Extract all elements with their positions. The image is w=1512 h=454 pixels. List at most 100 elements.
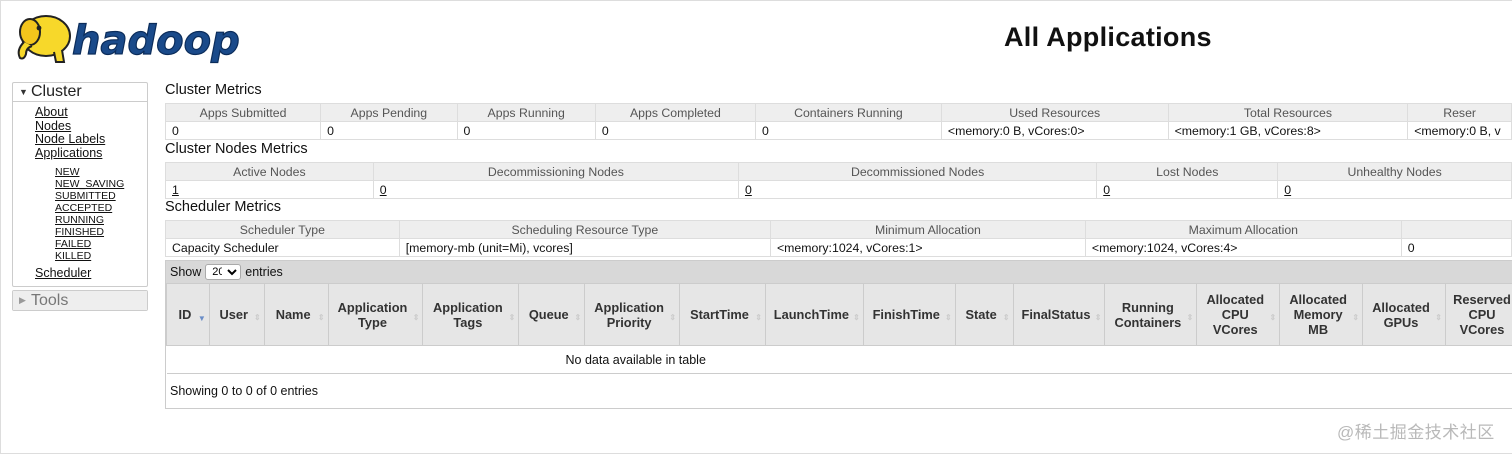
table-header-row: ID ▼ User ⇕ Name ⇕ Application Type ⇕ Applic… xyxy=(166,283,1512,346)
metric-value: <memory:1 GB, vCores:8> xyxy=(1167,121,1409,140)
metric-value: [memory-mb (unit=Mi), vcores] xyxy=(398,238,771,257)
decommissioning-nodes-link[interactable]: 0 xyxy=(380,183,387,197)
metric-header: Scheduling Resource Type xyxy=(398,220,771,239)
tools-nav-header[interactable]: ▶ Tools xyxy=(13,291,147,311)
metric-value: 0 xyxy=(737,180,1098,199)
metric-value: 0 xyxy=(456,121,596,140)
metric-header: Apps Submitted xyxy=(164,103,322,122)
metric-value: 0 xyxy=(754,121,942,140)
metric-header: Maximum Allocation xyxy=(1084,220,1402,239)
nav-link-node-labels[interactable]: Node Labels xyxy=(35,133,147,147)
metric-value: 0 xyxy=(1400,238,1512,257)
sort-icon: ⇕ xyxy=(508,313,516,322)
sort-icon: ⇕ xyxy=(669,313,677,322)
nav-link-nodes[interactable]: Nodes xyxy=(35,119,147,134)
metric-header: Used Resources xyxy=(940,103,1169,122)
nav-link-applications[interactable]: Applications xyxy=(35,146,147,161)
sort-icon: ⇕ xyxy=(1186,313,1194,322)
nav-link-state-new[interactable]: NEW xyxy=(55,166,147,178)
col-header-queue[interactable]: Queue ⇕ xyxy=(518,283,586,346)
col-header-state[interactable]: State ⇕ xyxy=(954,283,1014,346)
metric-header: Apps Running xyxy=(456,103,596,122)
metric-header: Containers Running xyxy=(754,103,942,122)
cluster-nav-body: About Nodes Node Labels Applications NEW… xyxy=(13,102,147,286)
sort-icon: ⇕ xyxy=(254,313,261,322)
empty-table-message: No data available in table xyxy=(166,345,1105,374)
metric-value: Capacity Scheduler xyxy=(165,238,400,257)
nav-link-state-accepted[interactable]: ACCEPTED xyxy=(55,202,147,214)
cluster-metrics-table: Apps Submitted Apps Pending Apps Running… xyxy=(164,103,1512,140)
sort-icon: ⇕ xyxy=(1094,313,1102,322)
unhealthy-nodes-link[interactable]: 0 xyxy=(1284,183,1291,197)
col-header-application-tags[interactable]: Application Tags ⇕ xyxy=(422,283,520,346)
cluster-nav-label: Cluster xyxy=(31,83,82,100)
metric-value: 0 xyxy=(1277,180,1512,199)
col-header-id[interactable]: ID ▼ xyxy=(166,283,210,346)
nodes-metrics-title: Cluster Nodes Metrics xyxy=(165,141,308,157)
nav-link-scheduler[interactable]: Scheduler xyxy=(35,266,147,281)
applications-table: ID ▼ User ⇕ Name ⇕ Application Type ⇕ Applic… xyxy=(166,283,1512,374)
col-header-allocated-memory-mb[interactable]: Allocated Memory MB ⇕ xyxy=(1279,283,1364,346)
col-header-starttime[interactable]: StartTime ⇕ xyxy=(679,283,766,346)
page-title: All Applications xyxy=(1004,22,1212,52)
elephant-icon xyxy=(17,15,71,63)
nav-link-state-failed[interactable]: FAILED xyxy=(55,238,147,250)
col-header-finishtime[interactable]: FinishTime ⇕ xyxy=(862,283,956,346)
metric-value: 0 xyxy=(164,121,322,140)
col-header-application-priority[interactable]: Application Priority ⇕ xyxy=(584,283,681,346)
cluster-nav-header[interactable]: ▼ Cluster xyxy=(13,83,147,102)
col-header-allocated-gpus[interactable]: Allocated GPUs ⇕ xyxy=(1362,283,1446,346)
table-info: Showing 0 to 0 of 0 entries xyxy=(170,384,319,398)
col-header-reserved-cpu-vcores[interactable]: Reserved CPU VCores⇕ xyxy=(1444,283,1512,346)
sort-icon: ⇕ xyxy=(1269,313,1277,322)
metric-header: Decommissioned Nodes xyxy=(737,162,1098,181)
sort-icon: ⇕ xyxy=(317,313,325,322)
sort-icon: ⇕ xyxy=(755,313,762,322)
nav-link-state-finished[interactable]: FINISHED xyxy=(55,226,147,238)
col-header-finalstatus[interactable]: FinalStatus ⇕ xyxy=(1012,283,1106,346)
show-label: Show xyxy=(170,265,202,279)
metric-header: Minimum Allocation xyxy=(769,220,1086,239)
app-state-links: NEW NEW_SAVING SUBMITTED ACCEPTED RUNNIN… xyxy=(35,166,147,263)
active-nodes-link[interactable]: 1 xyxy=(172,183,179,197)
table-length-control: Show 20 entries xyxy=(166,261,1512,283)
expand-triangle-icon: ▶ xyxy=(19,295,26,306)
metric-header: Scheduler Type xyxy=(165,220,400,239)
metric-header: Apps Completed xyxy=(594,103,756,122)
col-header-allocated-cpu-vcores[interactable]: Allocated CPU VCores ⇕ xyxy=(1196,283,1281,346)
metric-header: Lost Nodes xyxy=(1096,162,1279,181)
lost-nodes-link[interactable]: 0 xyxy=(1103,183,1110,197)
empty-row-filler xyxy=(1104,345,1512,374)
cluster-nav-block: ▼ Cluster About Nodes Node Labels Applic… xyxy=(12,82,148,288)
decommissioned-nodes-link[interactable]: 0 xyxy=(745,183,752,197)
metric-header: Reser xyxy=(1407,103,1512,122)
col-header-running-containers[interactable]: Running Containers ⇕ xyxy=(1104,283,1198,346)
watermark: @稀土掘金技术社区 xyxy=(1337,423,1495,442)
metric-value: 0 xyxy=(1096,180,1279,199)
metric-header xyxy=(1400,220,1512,239)
entries-label: entries xyxy=(245,265,283,279)
metric-value: 0 xyxy=(594,121,756,140)
nav-link-state-new-saving[interactable]: NEW_SAVING xyxy=(55,178,147,190)
col-header-launchtime[interactable]: LaunchTime ⇕ xyxy=(764,283,864,346)
nav-link-state-running[interactable]: RUNNING xyxy=(55,214,147,226)
scheduler-metrics-title: Scheduler Metrics xyxy=(165,199,282,215)
nav-link-about[interactable]: About xyxy=(35,105,147,120)
metric-header: Active Nodes xyxy=(165,162,374,181)
col-header-name[interactable]: Name ⇕ xyxy=(263,283,329,346)
metric-header: Decommissioning Nodes xyxy=(372,162,739,181)
tools-nav-block: ▶ Tools xyxy=(12,290,148,312)
nav-link-state-submitted[interactable]: SUBMITTED xyxy=(55,190,147,202)
nav-link-state-killed[interactable]: KILLED xyxy=(55,250,147,262)
col-header-user[interactable]: User ⇕ xyxy=(208,283,265,346)
sort-icon: ⇕ xyxy=(1002,313,1010,322)
left-nav: ▼ Cluster About Nodes Node Labels Applic… xyxy=(12,82,148,312)
metric-value: <memory:1024, vCores:4> xyxy=(1084,238,1402,257)
sort-icon: ⇕ xyxy=(574,313,582,322)
hadoop-logo: hadoop xyxy=(17,15,240,65)
metric-header: Unhealthy Nodes xyxy=(1277,162,1512,181)
sort-icon: ⇕ xyxy=(853,313,860,322)
page-size-select[interactable]: 20 xyxy=(205,264,242,280)
metric-value: <memory:0 B, v xyxy=(1407,121,1512,140)
col-header-application-type[interactable]: Application Type ⇕ xyxy=(327,283,424,346)
